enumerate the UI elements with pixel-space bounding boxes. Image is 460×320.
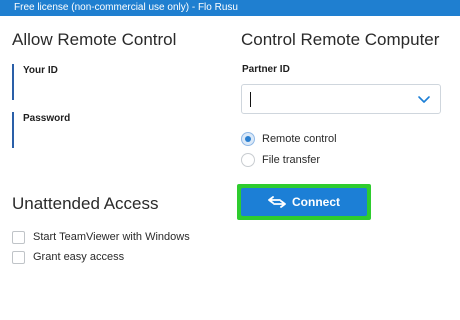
your-id-label: Your ID bbox=[23, 65, 58, 76]
password-block: Password bbox=[12, 112, 212, 148]
file-transfer-label: File transfer bbox=[262, 154, 321, 166]
start-with-windows-checkbox[interactable] bbox=[12, 230, 25, 244]
control-remote-computer-heading: Control Remote Computer bbox=[241, 30, 440, 49]
grant-easy-access-option[interactable]: Grant easy access bbox=[12, 250, 124, 264]
swap-arrows-icon bbox=[268, 196, 286, 208]
file-transfer-option[interactable]: File transfer bbox=[241, 152, 320, 168]
connect-button-label: Connect bbox=[292, 195, 340, 209]
file-transfer-radio[interactable] bbox=[241, 153, 255, 167]
connect-highlight: Connect bbox=[237, 184, 371, 220]
remote-control-label: Remote control bbox=[262, 133, 337, 145]
grant-easy-access-checkbox[interactable] bbox=[12, 250, 25, 264]
remote-control-radio[interactable] bbox=[241, 132, 255, 146]
teamviewer-window: Free license (non-commercial use only) -… bbox=[0, 0, 460, 320]
chevron-down-icon[interactable] bbox=[417, 94, 431, 104]
grant-easy-access-label: Grant easy access bbox=[33, 251, 125, 263]
connect-button[interactable]: Connect bbox=[241, 188, 367, 216]
password-label: Password bbox=[23, 113, 71, 124]
allow-remote-control-heading: Allow Remote Control bbox=[12, 30, 177, 49]
partner-id-label: Partner ID bbox=[242, 64, 290, 75]
unattended-access-heading: Unattended Access bbox=[12, 194, 159, 213]
start-with-windows-label: Start TeamViewer with Windows bbox=[33, 231, 190, 243]
your-id-block: Your ID bbox=[12, 64, 212, 100]
partner-id-input[interactable] bbox=[241, 84, 441, 114]
start-with-windows-option[interactable]: Start TeamViewer with Windows bbox=[12, 230, 190, 244]
text-caret bbox=[250, 92, 251, 107]
remote-control-option[interactable]: Remote control bbox=[241, 131, 337, 147]
license-banner: Free license (non-commercial use only) -… bbox=[0, 0, 460, 16]
